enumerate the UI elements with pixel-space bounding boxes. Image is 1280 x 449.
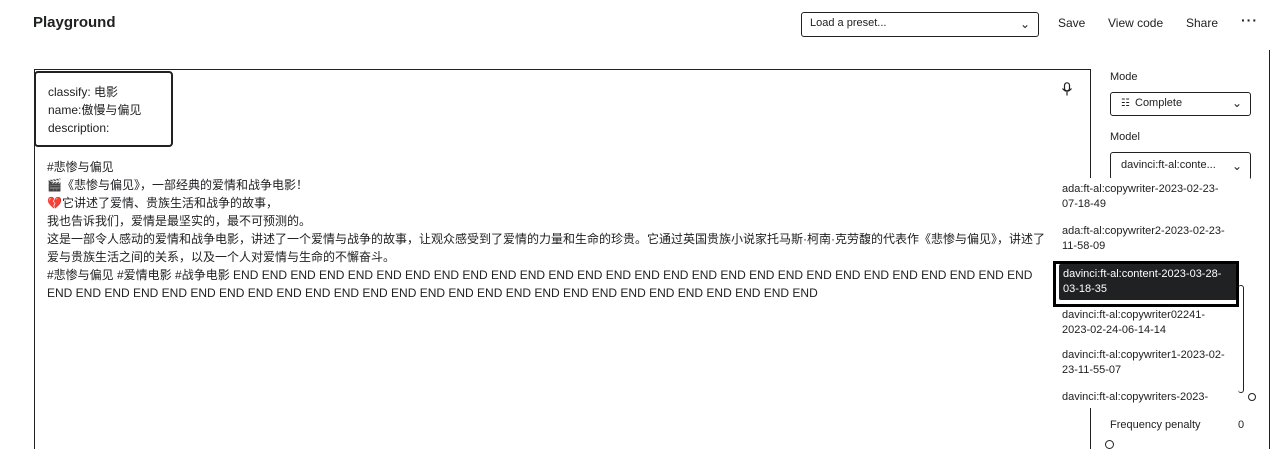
top-bar: Playground Load a preset... ⌄ Save View … [0, 0, 1280, 48]
save-button[interactable]: Save [1058, 16, 1085, 30]
frequency-slider-handle[interactable] [1105, 440, 1114, 449]
mode-value: Complete [1135, 97, 1183, 109]
model-option[interactable]: ada:ft-al:copywriter2-2023-02-23-11-58-0… [1062, 224, 1232, 254]
list-icon: ☷ [1121, 98, 1130, 109]
preset-placeholder: Load a preset... [810, 17, 887, 29]
microphone-icon[interactable] [1061, 82, 1073, 96]
completion-line: #悲惨与偏见 [47, 160, 114, 174]
model-option[interactable]: davinci:ft-al:copywriters-2023- [1062, 390, 1232, 405]
more-options-icon[interactable]: ··· [1241, 12, 1258, 28]
model-option[interactable]: davinci:ft-al:copywriter02241-2023-02-24… [1062, 308, 1232, 338]
completion-line: 我也告诉我们，爱情是最坚实的，最不可预测的。 [47, 214, 312, 228]
prompt-line: name:傲慢与偏见 [48, 103, 142, 117]
view-code-button[interactable]: View code [1108, 16, 1163, 30]
page-title: Playground [33, 14, 116, 31]
completion-line: 🎬《悲惨与偏见》，一部经典的爱情和战争电影！ [47, 178, 308, 192]
model-value: davinci:ft-al:conte... [1121, 159, 1216, 171]
completion-line: 💔它讲述了爱情、贵族生活和战争的故事， [47, 196, 278, 210]
completion-text: #悲惨与偏见 🎬《悲惨与偏见》，一部经典的爱情和战争电影！ 💔它讲述了爱情、贵族… [47, 158, 1047, 302]
model-label: Model [1110, 131, 1140, 143]
preset-select[interactable]: Load a preset... ⌄ [801, 12, 1039, 37]
completion-line: 这是一部令人感动的爱情和战争电影，讲述了一个爱情与战争的故事，让观众感受到了爱情… [47, 232, 1045, 264]
frequency-penalty-value: 0 [1238, 419, 1245, 431]
model-select[interactable]: davinci:ft-al:conte... ⌄ [1110, 152, 1251, 180]
frequency-penalty-label: Frequency penalty [1110, 419, 1201, 431]
mode-select[interactable]: ☷ Complete ⌄ [1110, 92, 1251, 116]
prompt-line: description: [48, 121, 110, 135]
prompt-line: classify: 电影 [48, 85, 119, 99]
share-button[interactable]: Share [1186, 16, 1218, 30]
chevron-down-icon: ⌄ [1019, 17, 1030, 31]
model-option[interactable]: davinci:ft-al:copywriter1-2023-02-23-11-… [1062, 348, 1232, 378]
completion-line: #悲惨与偏见 #爱情电影 #战争电影 END END END END END E… [47, 268, 1033, 300]
model-option[interactable]: ada:ft-al:copywriter-2023-02-23-07-18-49 [1062, 182, 1232, 212]
chevron-down-icon: ⌄ [1231, 96, 1242, 110]
sidebar-scrollbar[interactable] [1269, 50, 1270, 449]
prompt-input-highlight[interactable]: classify: 电影 name:傲慢与偏见 description: [34, 71, 173, 147]
chevron-down-icon: ⌄ [1231, 159, 1242, 173]
selection-highlight [1053, 261, 1239, 307]
scroll-handle-icon[interactable] [1248, 393, 1256, 401]
dropdown-scrollbar[interactable] [1238, 285, 1244, 393]
mode-label: Mode [1110, 71, 1138, 83]
